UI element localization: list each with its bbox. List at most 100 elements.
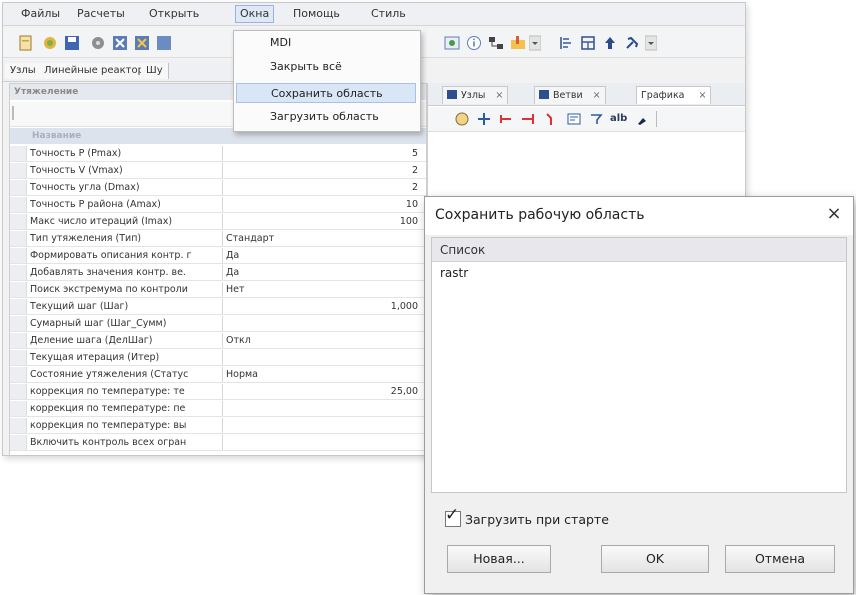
pan-hand-icon[interactable] [454, 111, 470, 127]
row-value[interactable]: 25,00 [226, 384, 418, 399]
label-tool-icon[interactable] [566, 111, 582, 127]
table-row[interactable]: Точность P района (Amax) 10 [10, 197, 426, 213]
tab-line-reactors[interactable]: Линейные реакторы [39, 63, 158, 79]
row-name: Добавлять значения контр. ве. [30, 267, 186, 278]
tab-close-icon[interactable]: × [699, 90, 707, 101]
pin-icon[interactable] [634, 111, 650, 127]
table-row[interactable]: Точность угла (Dmax) 2 [10, 180, 426, 196]
menu-style[interactable]: Стиль [367, 6, 410, 22]
dropdown-arrow-icon[interactable] [529, 34, 541, 52]
menu-open[interactable]: Открыть [145, 6, 203, 22]
plugin-icon[interactable] [41, 34, 59, 52]
row-value[interactable]: 1,000 [226, 299, 418, 314]
new-document-icon[interactable] [17, 34, 35, 52]
tab-shunts[interactable]: Шу [141, 63, 169, 79]
tool-icon[interactable] [89, 34, 107, 52]
annotation-icon[interactable] [588, 111, 604, 127]
menu-help[interactable]: Помощь [289, 6, 344, 22]
tab-right-graphics[interactable]: Графика × [636, 86, 712, 104]
row-value[interactable]: 2 [226, 163, 418, 178]
workspace-list[interactable]: Список rastr [431, 237, 847, 493]
row-value[interactable] [226, 418, 418, 433]
table-row[interactable]: Включить контроль всех огран [10, 435, 426, 451]
row-indicator [10, 333, 27, 348]
menu-item-save-area[interactable]: Сохранить область [236, 83, 416, 103]
arrow-up-icon[interactable] [601, 34, 619, 52]
row-value[interactable] [226, 350, 418, 365]
table-icon [539, 90, 549, 99]
row-indicator [10, 418, 27, 433]
column-separator [222, 418, 223, 433]
network-icon[interactable] [487, 34, 505, 52]
table-row[interactable]: коррекция по температуре: вы [10, 418, 426, 434]
tab-right-nodes[interactable]: Узлы × [442, 86, 509, 104]
tab-nodes[interactable]: Узлы [5, 63, 42, 79]
row-value[interactable] [226, 316, 418, 331]
table-row[interactable]: Сумарный шаг (Шаг_Сумм) [10, 316, 426, 332]
line-tool-icon[interactable] [544, 111, 560, 127]
move-icon[interactable] [476, 111, 492, 127]
list-item[interactable]: rastr [440, 266, 468, 280]
folder-chart-icon[interactable] [509, 34, 527, 52]
row-name: Точность P (Pmax) [30, 148, 122, 159]
row-value[interactable]: 2 [226, 180, 418, 195]
align-icon[interactable] [557, 34, 575, 52]
table-row[interactable]: Поиск экстремума по контроли Нет [10, 282, 426, 298]
row-value[interactable]: Нет [226, 282, 418, 297]
calc-alt-icon[interactable] [133, 34, 151, 52]
table-row[interactable]: Текущий шаг (Шаг) 1,000 [10, 299, 426, 315]
table-row[interactable]: Добавлять значения контр. ве. Да [10, 265, 426, 281]
row-name: Точность V (Vmax) [30, 165, 123, 176]
info-icon[interactable] [465, 34, 483, 52]
row-name: Тип утяжеления (Тип) [30, 233, 142, 244]
load-on-start-label[interactable]: Загрузить при старте [465, 512, 609, 527]
table-row[interactable]: Состояние утяжеления (Статус Норма [10, 367, 426, 383]
tab-close-icon[interactable]: × [593, 90, 601, 101]
row-value[interactable]: Да [226, 248, 418, 263]
table-row[interactable]: Деление шага (ДелШаг) Откл [10, 333, 426, 349]
table-row[interactable]: Макс число итераций (Imax) 100 [10, 214, 426, 230]
close-icon[interactable]: × [823, 203, 845, 225]
row-value[interactable]: Норма [226, 367, 418, 382]
ok-button[interactable]: OK [601, 545, 709, 573]
toolbar-overflow-icon[interactable] [645, 34, 657, 52]
new-button[interactable]: Новая... [447, 545, 551, 573]
menu-item-close-all[interactable]: Закрыть всё [236, 57, 416, 77]
table-row[interactable]: Формировать описания контр. г Да [10, 248, 426, 264]
table-row[interactable]: Точность V (Vmax) 2 [10, 163, 426, 179]
tab-right-branches-label: Ветви [553, 90, 583, 101]
row-value[interactable]: Да [226, 265, 418, 280]
row-value[interactable]: Откл [226, 333, 418, 348]
row-value[interactable]: 5 [226, 146, 418, 161]
branch-add-icon[interactable] [520, 111, 536, 127]
table-row[interactable]: Точность P (Pmax) 5 [10, 146, 426, 162]
toolbar-separator [656, 111, 657, 127]
menu-files[interactable]: Файлы [17, 6, 64, 22]
tab-right-branches[interactable]: Ветви × [534, 86, 606, 104]
dialog-title-bar: Сохранить рабочую область × [425, 197, 853, 235]
table-row[interactable]: Тип утяжеления (Тип) Стандарт [10, 231, 426, 247]
row-value[interactable]: Стандарт [226, 231, 418, 246]
menu-item-mdi[interactable]: MDI [236, 33, 416, 53]
calc-icon[interactable] [111, 34, 129, 52]
report-icon[interactable] [443, 34, 461, 52]
cancel-button[interactable]: Отмена [725, 545, 835, 573]
layout-icon[interactable] [579, 34, 597, 52]
menu-item-load-area[interactable]: Загрузить область [236, 107, 416, 127]
save-icon[interactable] [63, 34, 81, 52]
table-row[interactable]: коррекция по температуре: пе [10, 401, 426, 417]
menu-calculations[interactable]: Расчеты [73, 6, 129, 22]
menu-windows[interactable]: Окна [235, 5, 275, 23]
column-separator [222, 316, 223, 331]
tab-close-icon[interactable]: × [495, 90, 503, 101]
table-row[interactable]: Текущая итерация (Итер) [10, 350, 426, 366]
row-value[interactable]: 100 [226, 214, 418, 229]
row-value[interactable] [226, 401, 418, 416]
calc-extra-icon[interactable] [155, 34, 173, 52]
row-value[interactable]: 10 [226, 197, 418, 212]
table-row[interactable]: коррекция по температуре: те 25,00 [10, 384, 426, 400]
tools-icon[interactable] [623, 34, 641, 52]
row-value[interactable] [226, 435, 418, 450]
text-tool[interactable]: alb [610, 113, 627, 124]
node-add-icon[interactable] [498, 111, 514, 127]
